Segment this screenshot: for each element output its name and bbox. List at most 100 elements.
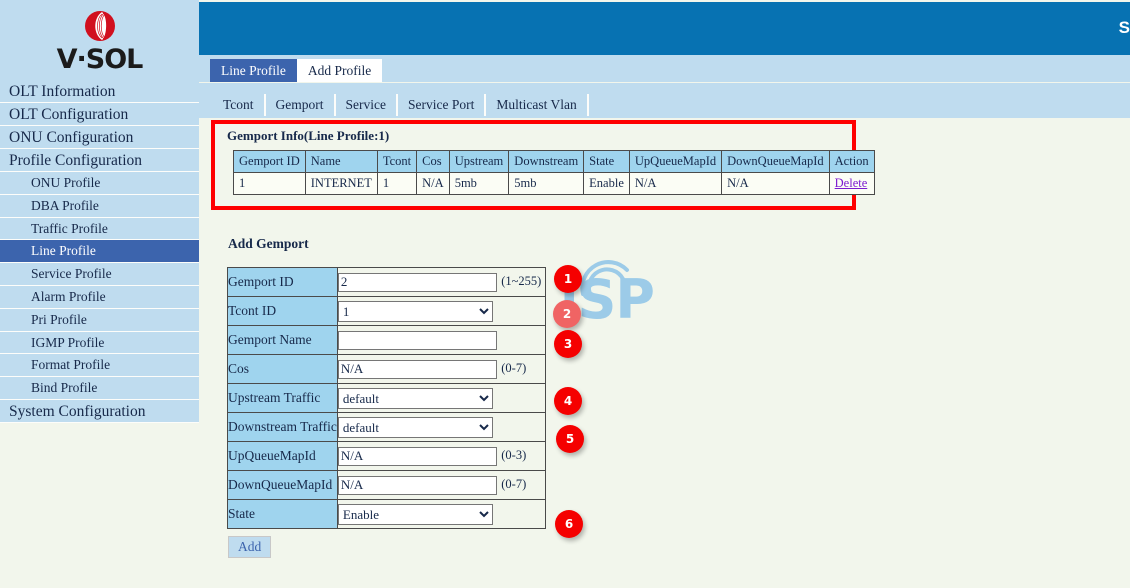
label-cos: Cos: [227, 354, 338, 384]
field-gemport-id: (1~255): [336, 267, 546, 297]
label-up-queue-map-id: UpQueueMapId: [227, 441, 338, 471]
label-tcont-id: Tcont ID: [227, 296, 338, 326]
cell-up-queue-map-id: N/A: [628, 172, 723, 195]
annotation-badge-4: 4: [554, 387, 582, 415]
subtab-service-port[interactable]: Service Port: [398, 94, 487, 116]
sidebar-sub-nav: ONU Profile DBA Profile Traffic Profile Lin…: [0, 172, 199, 400]
subtab-gemport[interactable]: Gemport: [265, 94, 336, 116]
form-row-tcont-id: Tcont ID 1: [227, 296, 546, 326]
header-bar: S: [199, 2, 1130, 55]
gemport-name-input[interactable]: [337, 330, 497, 350]
vsol-logo-icon: [82, 9, 118, 45]
label-down-queue-map-id: DownQueueMapId: [227, 470, 338, 500]
sidebar-bottom-nav: System Configuration: [0, 399, 199, 423]
field-cos: (0-7): [336, 354, 546, 384]
downstream-traffic-select[interactable]: default: [337, 416, 493, 438]
sidebar-item-traffic-profile[interactable]: Traffic Profile: [0, 217, 199, 241]
label-gemport-id: Gemport ID: [227, 267, 338, 297]
cell-cos: N/A: [416, 172, 450, 195]
field-upstream-traffic: default: [336, 383, 546, 413]
cell-down-queue-map-id: N/A: [721, 172, 830, 195]
form-row-down-queue-map-id: DownQueueMapId (0-7): [227, 470, 546, 500]
sidebar-item-onu-profile[interactable]: ONU Profile: [0, 172, 199, 195]
cell-name: INTERNET: [304, 172, 378, 195]
col-header-5: Downstream: [508, 150, 585, 173]
field-down-queue-map-id: (0-7): [336, 470, 546, 500]
field-up-queue-map-id: (0-3): [336, 441, 546, 471]
sidebar-item-bind-profile[interactable]: Bind Profile: [0, 377, 199, 400]
sidebar-item-alarm-profile[interactable]: Alarm Profile: [0, 285, 199, 309]
sidebar-top-item-0[interactable]: OLT Information: [0, 80, 199, 103]
sidebar-item-igmp-profile[interactable]: IGMP Profile: [0, 331, 199, 355]
form-row-upstream-traffic: Upstream Traffic default: [227, 383, 546, 413]
col-header-7: UpQueueMapId: [628, 150, 723, 173]
brand-logo: V·SOL: [0, 0, 199, 80]
field-gemport-name: [336, 325, 546, 355]
gemport-info-panel: Gemport Info(Line Profile:1) Gemport ID N…: [211, 120, 875, 210]
state-select[interactable]: Enable: [337, 503, 493, 525]
tab-line-profile[interactable]: Line Profile: [210, 59, 297, 82]
cell-tcont: 1: [376, 172, 418, 195]
field-downstream-traffic: default: [336, 412, 546, 442]
sidebar-top-item-2[interactable]: ONU Configuration: [0, 126, 199, 149]
gemport-id-input[interactable]: [337, 272, 497, 292]
tcont-id-select[interactable]: 1: [337, 300, 493, 322]
cos-input[interactable]: [337, 359, 497, 379]
subtab-multicast-vlan[interactable]: Multicast Vlan: [486, 94, 589, 116]
form-row-up-queue-map-id: UpQueueMapId (0-3): [227, 441, 546, 471]
form-row-cos: Cos (0-7): [227, 354, 546, 384]
cell-upstream: 5mb: [448, 172, 510, 195]
annotation-badge-5: 5: [556, 425, 584, 453]
sidebar-item-format-profile[interactable]: Format Profile: [0, 354, 199, 378]
col-header-9: Action: [828, 150, 875, 173]
col-header-6: State: [583, 150, 630, 173]
delete-link[interactable]: Delete: [835, 176, 868, 190]
hint-up-queue-map-id: (0-3): [501, 448, 527, 463]
form-row-gemport-name: Gemport Name: [227, 325, 546, 355]
table-header-row: Gemport ID Name Tcont Cos Upstream Downstream…: [233, 150, 875, 173]
annotation-badge-1: 1: [554, 265, 582, 293]
sidebar-bottom-item-0[interactable]: System Configuration: [0, 399, 199, 423]
subtab-tcont[interactable]: Tcont: [213, 94, 266, 116]
page-root: V·SOL OLT Information OLT Configuration ON…: [0, 0, 1130, 588]
label-state: State: [227, 499, 338, 529]
add-button[interactable]: Add: [228, 536, 272, 558]
cell-downstream: 5mb: [508, 172, 585, 195]
primary-tab-bar: Line Profile Add Profile: [199, 55, 1130, 82]
cell-state: Enable: [583, 172, 630, 195]
hint-gemport-id: (1~255): [501, 274, 542, 289]
col-header-1: Name: [304, 150, 378, 173]
table-row: 1 INTERNET 1 N/A 5mb 5mb Enable N/A N/A Delete: [233, 172, 875, 195]
form-row-gemport-id: Gemport ID (1~255): [227, 267, 546, 297]
secondary-tab-bar: Tcont Gemport Service Service Port Multicast…: [199, 83, 1130, 118]
sidebar-item-service-profile[interactable]: Service Profile: [0, 263, 199, 286]
subtab-service[interactable]: Service: [335, 94, 399, 116]
hint-down-queue-map-id: (0-7): [501, 477, 527, 492]
sidebar-item-dba-profile[interactable]: DBA Profile: [0, 194, 199, 218]
sidebar-top-item-1[interactable]: OLT Configuration: [0, 103, 199, 126]
col-header-2: Tcont: [376, 150, 418, 173]
label-upstream-traffic: Upstream Traffic: [227, 383, 338, 413]
sidebar-top-nav: OLT Information OLT Configuration ONU Conf…: [0, 80, 199, 172]
col-header-4: Upstream: [448, 150, 510, 173]
hint-cos: (0-7): [501, 361, 527, 376]
upstream-traffic-select[interactable]: default: [337, 387, 493, 409]
form-row-downstream-traffic: Downstream Traffic default: [227, 412, 546, 442]
wifi-arc-icon: [580, 260, 629, 298]
col-header-8: DownQueueMapId: [721, 150, 830, 173]
add-gemport-title: Add Gemport: [228, 236, 309, 251]
annotation-badge-2: 2: [553, 300, 581, 328]
sidebar-item-pri-profile[interactable]: Pri Profile: [0, 308, 199, 332]
brand-name: V·SOL: [56, 44, 144, 75]
down-queue-map-id-input[interactable]: [337, 475, 497, 495]
label-gemport-name: Gemport Name: [227, 325, 338, 355]
annotation-badge-3: 3: [554, 330, 582, 358]
tab-add-profile[interactable]: Add Profile: [296, 59, 383, 82]
gemport-info-table: Gemport ID Name Tcont Cos Upstream Downstream…: [233, 150, 875, 195]
field-tcont-id: 1: [336, 296, 546, 326]
sidebar-item-line-profile[interactable]: Line Profile: [0, 240, 199, 264]
up-queue-map-id-input[interactable]: [337, 446, 497, 466]
sidebar-top-item-3[interactable]: Profile Configuration: [0, 149, 199, 172]
sidebar: V·SOL OLT Information OLT Configuration ON…: [0, 0, 199, 588]
field-state: Enable: [336, 499, 546, 529]
